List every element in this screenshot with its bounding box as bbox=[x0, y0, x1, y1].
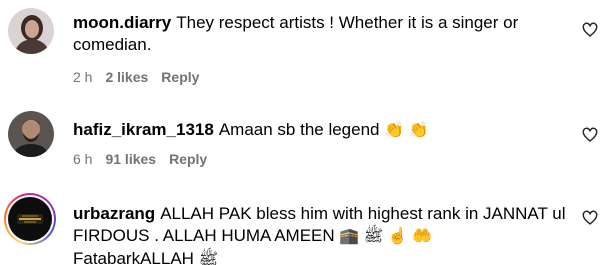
comment-username[interactable]: moon.diarry bbox=[73, 13, 171, 32]
comment-time: 2 h bbox=[73, 69, 93, 85]
comment-item: hafiz_ikram_1318 Amaan sb the legend 👏 👏 … bbox=[0, 95, 607, 177]
comment-text-line2: FatabarkALLAH bbox=[73, 249, 194, 265]
clapping-emoji: 👏 👏 bbox=[384, 122, 429, 139]
comment-likes[interactable]: 91 likes bbox=[105, 151, 156, 167]
comment-username[interactable]: urbazrang bbox=[73, 204, 155, 223]
comment-body: urbazrang ALLAH PAK bless him with highes… bbox=[73, 203, 573, 265]
comment-body: moon.diarry They respect artists ! Whethe… bbox=[73, 12, 573, 56]
reply-button[interactable]: Reply bbox=[169, 151, 207, 167]
comment-item: moon.diarry They respect artists ! Whethe… bbox=[0, 0, 607, 95]
comment-username[interactable]: hafiz_ikram_1318 bbox=[73, 120, 214, 139]
emoji-salawat: ﷺ bbox=[198, 251, 219, 265]
comment-text: Amaan sb the legend bbox=[218, 120, 380, 139]
reply-button[interactable]: Reply bbox=[161, 69, 199, 85]
emoji-group: 🕋 ﷺ ☝️ 🤲 bbox=[339, 228, 432, 245]
comment-item: urbazrang ALLAH PAK bless him with highes… bbox=[0, 177, 607, 265]
avatar[interactable] bbox=[8, 111, 54, 157]
comment-likes[interactable]: 2 likes bbox=[105, 69, 148, 85]
heart-outline-icon[interactable] bbox=[582, 22, 598, 38]
comment-meta: 6 h 91 likes Reply bbox=[73, 151, 220, 167]
heart-outline-icon[interactable] bbox=[582, 210, 598, 226]
heart-outline-icon[interactable] bbox=[582, 127, 598, 143]
comment-time: 6 h bbox=[73, 151, 93, 167]
comment-body: hafiz_ikram_1318 Amaan sb the legend 👏 👏 bbox=[73, 119, 573, 142]
comment-meta: 2 h 2 likes Reply bbox=[73, 69, 212, 85]
story-ring-avatar[interactable] bbox=[4, 193, 56, 245]
avatar bbox=[8, 197, 52, 241]
avatar[interactable] bbox=[8, 8, 54, 54]
